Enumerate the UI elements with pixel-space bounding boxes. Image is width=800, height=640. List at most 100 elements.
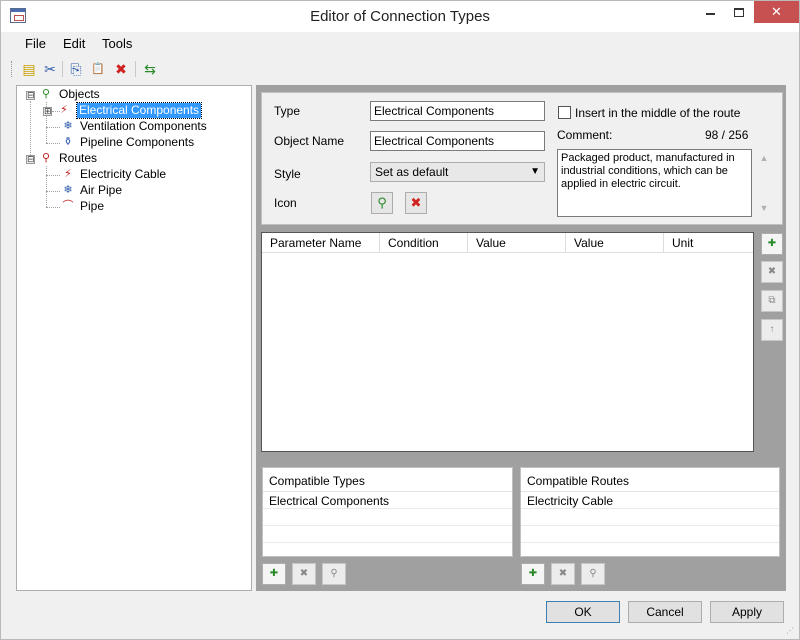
tree-label-objects: Objects bbox=[59, 87, 100, 101]
menu-file[interactable]: File bbox=[25, 36, 46, 51]
scroll-up-icon[interactable]: ▲ bbox=[758, 153, 770, 163]
add-parameter-icon: ✚ bbox=[767, 238, 777, 249]
compatible-types-list[interactable]: Compatible Types Electrical Components bbox=[262, 467, 513, 557]
remove-parameter-icon: ✖ bbox=[767, 266, 777, 277]
tree-node-air-pipe[interactable]: ❄ Air Pipe bbox=[17, 183, 247, 199]
cut-icon[interactable]: ✂ bbox=[41, 60, 59, 78]
arrow-up-icon: ↑ bbox=[769, 324, 775, 335]
style-label: Style bbox=[274, 167, 301, 181]
apply-button[interactable]: Apply bbox=[710, 601, 784, 623]
menu-bar: File Edit Tools bbox=[1, 34, 799, 54]
remove-compatible-type-button[interactable]: ✖ bbox=[292, 563, 316, 585]
maximize-button[interactable] bbox=[725, 1, 753, 23]
properties-panel: Type Electrical Components Object Name E… bbox=[261, 92, 783, 225]
resize-grip-icon[interactable]: ⋰ bbox=[786, 626, 796, 636]
insert-middle-checkbox[interactable] bbox=[558, 106, 571, 119]
window-title: Editor of Connection Types bbox=[310, 8, 490, 25]
tree-node-pipe[interactable]: ⌒ Pipe bbox=[17, 199, 247, 215]
insert-middle-label: Insert in the middle of the route bbox=[575, 106, 741, 120]
object-name-input[interactable]: Electrical Components bbox=[370, 131, 545, 151]
tree-node-ventilation-components[interactable]: ❄ Ventilation Components bbox=[17, 119, 247, 135]
tree-node-routes[interactable]: ⊟ ⚲ Routes bbox=[17, 151, 247, 167]
copy-parameter-button[interactable]: ⧉ bbox=[761, 290, 783, 312]
menu-tools[interactable]: Tools bbox=[102, 36, 132, 51]
maximize-icon bbox=[734, 8, 744, 18]
tree-label-electrical-components: Electrical Components bbox=[75, 102, 203, 119]
remove-icon: ✖ bbox=[299, 568, 309, 579]
menu-edit[interactable]: Edit bbox=[63, 36, 85, 51]
compatible-routes-list[interactable]: Compatible Routes Electricity Cable bbox=[520, 467, 780, 557]
electrical-component-icon: ⚡ bbox=[60, 104, 68, 116]
chevron-down-icon: ▼ bbox=[530, 166, 540, 177]
col-value-2[interactable]: Value bbox=[566, 233, 664, 253]
tree-node-electricity-cable[interactable]: ⚡ Electricity Cable bbox=[17, 167, 247, 183]
copy-icon[interactable]: ⎘ bbox=[67, 60, 85, 78]
list-item[interactable]: Electrical Components bbox=[263, 493, 512, 509]
tree-properties-icon: ⚲ bbox=[330, 568, 338, 579]
tree-expander-objects[interactable]: ⊟ bbox=[26, 91, 35, 100]
tree-expander-electrical-components[interactable]: ⊞ bbox=[43, 107, 52, 116]
col-parameter-name[interactable]: Parameter Name bbox=[262, 233, 380, 253]
move-parameter-up-button[interactable]: ↑ bbox=[761, 319, 783, 341]
col-unit[interactable]: Unit bbox=[664, 233, 753, 253]
list-item-empty bbox=[263, 510, 512, 526]
pipe-icon: ⌒ bbox=[62, 200, 74, 212]
object-name-label: Object Name bbox=[274, 134, 345, 148]
paste-icon[interactable]: 📋 bbox=[89, 60, 107, 78]
cancel-button[interactable]: Cancel bbox=[628, 601, 702, 623]
parameters-grid-header: Parameter Name Condition Value Value Uni… bbox=[262, 233, 753, 253]
tree-label-air-pipe: Air Pipe bbox=[80, 183, 123, 197]
minimize-icon bbox=[705, 12, 715, 15]
ventilation-component-icon: ❄ bbox=[63, 120, 73, 132]
comment-textarea[interactable]: Packaged product, manufactured in indust… bbox=[557, 149, 752, 217]
tree-node-pipeline-components[interactable]: ⚱ Pipeline Components bbox=[17, 135, 247, 151]
choose-icon-button[interactable]: ⚲ bbox=[371, 192, 393, 214]
col-condition[interactable]: Condition bbox=[380, 233, 468, 253]
parameters-grid[interactable]: Parameter Name Condition Value Value Uni… bbox=[261, 232, 754, 452]
minimize-button[interactable] bbox=[696, 1, 724, 23]
list-item[interactable]: Electricity Cable bbox=[521, 493, 779, 509]
remove-compatible-route-button[interactable]: ✖ bbox=[551, 563, 575, 585]
style-select[interactable]: Set as default ▼ bbox=[370, 162, 545, 182]
toolbar-separator bbox=[62, 61, 63, 77]
move-icon[interactable]: ⇆ bbox=[141, 60, 159, 78]
scroll-down-icon[interactable]: ▼ bbox=[758, 203, 770, 213]
add-parameter-button[interactable]: ✚ bbox=[761, 233, 783, 255]
type-input[interactable]: Electrical Components bbox=[370, 101, 545, 121]
title-bar[interactable]: Editor of Connection Types ✕ bbox=[1, 1, 799, 32]
tree-label-electricity-cable: Electricity Cable bbox=[80, 167, 167, 181]
delete-icon: ✖ bbox=[410, 195, 422, 210]
tree-node-objects[interactable]: ⊟ ⚲ Objects bbox=[17, 87, 247, 103]
remove-parameter-button[interactable]: ✖ bbox=[761, 261, 783, 283]
air-pipe-icon: ❄ bbox=[63, 184, 73, 196]
properties-compatible-route-button[interactable]: ⚲ bbox=[581, 563, 605, 585]
icon-label: Icon bbox=[274, 196, 297, 210]
delete-icon[interactable]: ✖ bbox=[112, 60, 130, 78]
add-compatible-type-button[interactable]: ✚ bbox=[262, 563, 286, 585]
ok-button[interactable]: OK bbox=[546, 601, 620, 623]
pipeline-component-icon: ⚱ bbox=[63, 136, 73, 148]
tree-label-routes: Routes bbox=[59, 151, 98, 165]
tree-expander-routes[interactable]: ⊟ bbox=[26, 155, 35, 164]
toolbar-separator bbox=[135, 61, 136, 77]
close-button[interactable]: ✕ bbox=[754, 1, 799, 23]
editor-window: Editor of Connection Types ✕ File Edit T… bbox=[0, 0, 800, 640]
list-item-empty bbox=[263, 527, 512, 543]
copy-parameter-icon: ⧉ bbox=[768, 295, 776, 306]
component-icon: ⚲ bbox=[377, 195, 387, 210]
routes-category-icon: ⚲ bbox=[41, 152, 51, 164]
remove-icon-button[interactable]: ✖ bbox=[405, 192, 427, 214]
remove-icon: ✖ bbox=[558, 568, 568, 579]
add-compatible-route-button[interactable]: ✚ bbox=[521, 563, 545, 585]
new-type-icon[interactable]: ▤ bbox=[20, 60, 38, 78]
close-icon: ✕ bbox=[771, 4, 782, 19]
tree-label-pipeline-components: Pipeline Components bbox=[80, 135, 195, 149]
type-label: Type bbox=[274, 104, 301, 118]
type-tree[interactable]: ⊟ ⚲ Objects ⊞ ⚡ Electrical Components ❄ … bbox=[16, 85, 252, 591]
list-item-empty bbox=[521, 527, 779, 543]
tree-properties-icon: ⚲ bbox=[589, 568, 597, 579]
tree-node-electrical-components[interactable]: ⊞ ⚡ Electrical Components bbox=[17, 102, 247, 119]
properties-compatible-type-button[interactable]: ⚲ bbox=[322, 563, 346, 585]
toolbar-grip[interactable] bbox=[11, 61, 14, 77]
col-value[interactable]: Value bbox=[468, 233, 566, 253]
